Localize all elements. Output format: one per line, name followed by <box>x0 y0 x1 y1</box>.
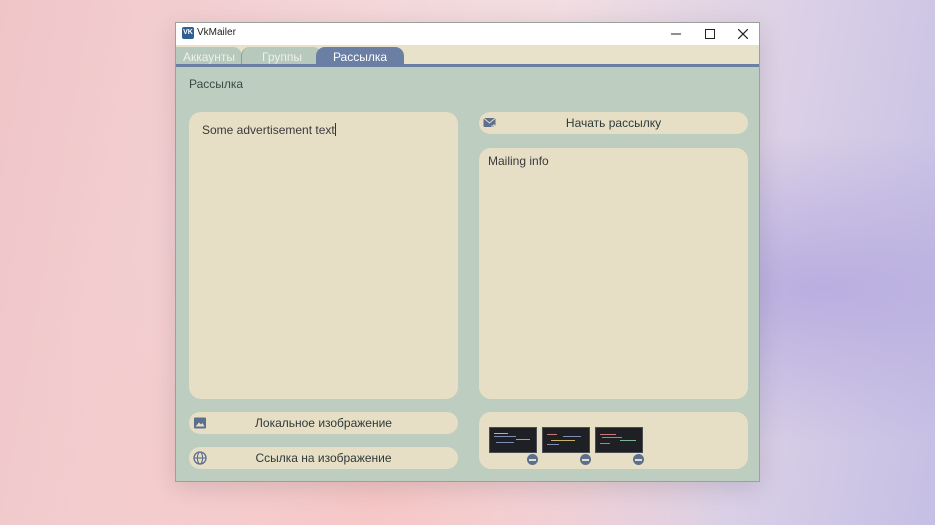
start-mailing-button[interactable]: Начать рассылку <box>479 112 748 134</box>
mailing-info-panel: Mailing info <box>479 148 748 399</box>
image-link-label: Ссылка на изображение <box>255 451 392 465</box>
close-icon <box>738 29 748 39</box>
attachment-thumbnail[interactable] <box>489 427 537 453</box>
maximize-button[interactable] <box>693 23 727 45</box>
remove-attachment-button[interactable] <box>633 454 644 465</box>
globe-icon <box>193 451 207 465</box>
section-title: Рассылка <box>189 77 244 91</box>
maximize-icon <box>705 29 715 39</box>
message-textarea[interactable]: Some advertisement text <box>189 112 458 399</box>
window-title: VkMailer <box>197 27 236 38</box>
local-image-button[interactable]: Локальное изображение <box>189 412 458 434</box>
tab-bar: Аккаунты Группы Рассылка <box>176 45 759 66</box>
app-window: VK VkMailer Аккаунты Группы Рассылка Рас… <box>175 22 760 482</box>
image-icon <box>194 417 206 429</box>
text-caret <box>334 123 336 136</box>
attachment-thumbnail[interactable] <box>542 427 590 453</box>
mail-send-icon <box>483 117 497 128</box>
close-button[interactable] <box>726 23 760 45</box>
minimize-icon <box>671 33 681 35</box>
attachments-panel <box>479 412 748 469</box>
title-bar: VK VkMailer <box>176 23 759 45</box>
attachment-thumbnail[interactable] <box>595 427 643 453</box>
start-mailing-label: Начать рассылку <box>565 116 662 130</box>
tab-underline <box>176 64 759 67</box>
message-text: Some advertisement text <box>202 123 335 137</box>
remove-attachment-button[interactable] <box>580 454 591 465</box>
app-logo-icon: VK <box>182 27 194 39</box>
image-link-button[interactable]: Ссылка на изображение <box>189 447 458 469</box>
local-image-label: Локальное изображение <box>255 416 392 430</box>
remove-attachment-button[interactable] <box>527 454 538 465</box>
mailing-info-text: Mailing info <box>488 154 549 168</box>
minimize-button[interactable] <box>659 23 693 45</box>
